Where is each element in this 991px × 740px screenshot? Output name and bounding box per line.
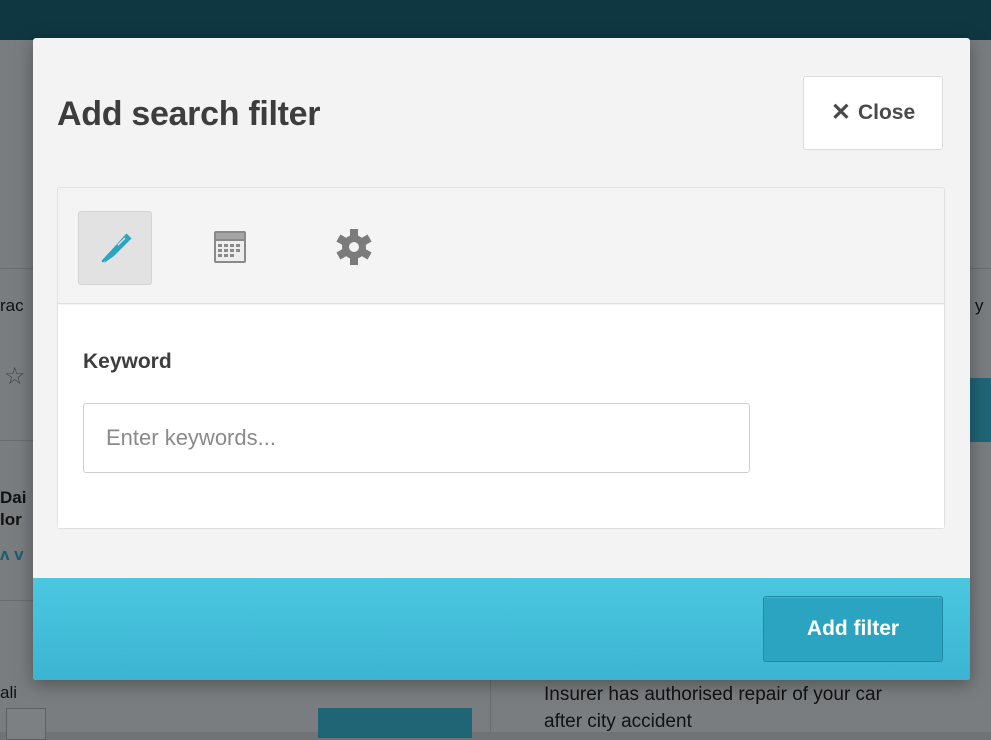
- wifi-icon: ʌ v: [0, 545, 24, 564]
- keyword-input[interactable]: [83, 403, 750, 473]
- modal-footer: Add filter: [33, 578, 970, 680]
- bg-text: ali: [0, 683, 18, 702]
- bg-text: y: [975, 296, 984, 315]
- bg-input: [6, 708, 46, 740]
- add-search-filter-modal: Add search filter ✕ Close Keyword Enter …: [33, 38, 970, 680]
- bg-text: lor: [0, 510, 22, 529]
- tab-settings[interactable]: [318, 211, 390, 283]
- bg-button-group: [318, 708, 472, 738]
- pencil-icon: [101, 233, 132, 263]
- bg-text: Dai: [0, 488, 27, 507]
- close-button-label: Close: [857, 101, 916, 124]
- calendar-icon: [214, 231, 246, 263]
- keyword-label: Keyword: [83, 350, 172, 373]
- tab-keyword[interactable]: [78, 211, 152, 285]
- star-icon: ☆: [4, 363, 26, 390]
- bg-button: [970, 378, 991, 442]
- add-filter-button[interactable]: Add filter: [763, 596, 943, 662]
- keyword-panel: Keyword: [58, 305, 944, 528]
- bg-text: rac: [0, 296, 24, 315]
- filter-type-tabs: [58, 188, 944, 304]
- bg-text: Insurer has authorised repair of your ca…: [544, 684, 882, 705]
- close-icon: ✕: [830, 99, 851, 126]
- app-topbar: [0, 0, 991, 40]
- tab-date[interactable]: [194, 211, 266, 283]
- bg-divider: [490, 680, 491, 732]
- filter-panel: Keyword: [57, 187, 945, 529]
- gear-icon: [336, 229, 372, 265]
- modal-title: Add search filter: [57, 95, 321, 133]
- bg-text: after city accident: [544, 711, 692, 732]
- close-button[interactable]: ✕ Close: [803, 76, 943, 150]
